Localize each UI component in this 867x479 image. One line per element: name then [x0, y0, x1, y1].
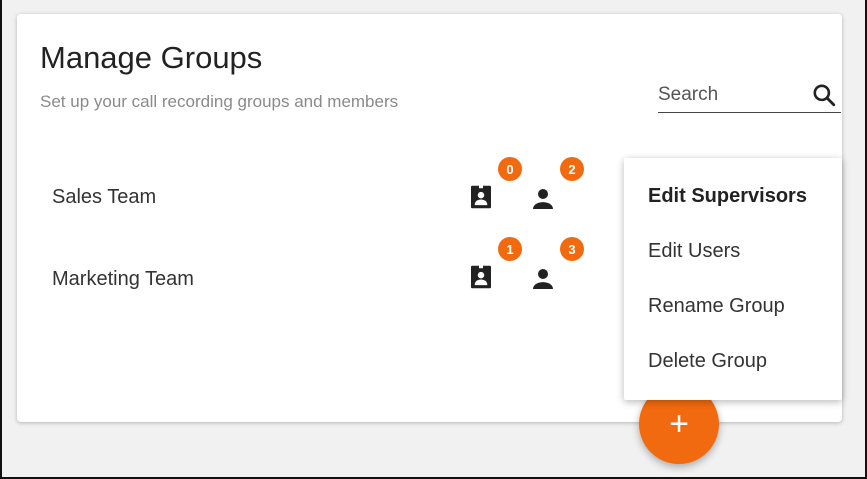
menu-item-rename-group[interactable]: Rename Group: [648, 295, 785, 318]
menu-item-delete-group[interactable]: Delete Group: [648, 350, 767, 373]
search-box: [658, 80, 841, 113]
user-icon[interactable]: [528, 264, 558, 294]
search-input[interactable]: [658, 82, 798, 108]
supervisors-count-badge: 0: [498, 157, 522, 181]
supervisor-badge-icon[interactable]: [466, 182, 496, 212]
add-icon: +: [669, 404, 689, 443]
group-name-sales-team[interactable]: Sales Team: [52, 186, 156, 209]
menu-item-edit-users[interactable]: Edit Users: [648, 240, 740, 263]
page-title: Manage Groups: [40, 40, 263, 75]
user-icon[interactable]: [528, 184, 558, 214]
supervisors-count-badge: 1: [498, 237, 522, 261]
page-subtitle: Set up your call recording groups and me…: [40, 92, 399, 111]
users-count-badge: 3: [560, 237, 584, 261]
search-icon[interactable]: [811, 82, 837, 108]
group-context-menu: Edit Supervisors Edit Users Rename Group…: [624, 158, 842, 400]
group-name-marketing-team[interactable]: Marketing Team: [52, 268, 194, 291]
menu-item-edit-supervisors[interactable]: Edit Supervisors: [648, 185, 807, 208]
users-count-badge: 2: [560, 157, 584, 181]
supervisor-badge-icon[interactable]: [466, 262, 496, 292]
